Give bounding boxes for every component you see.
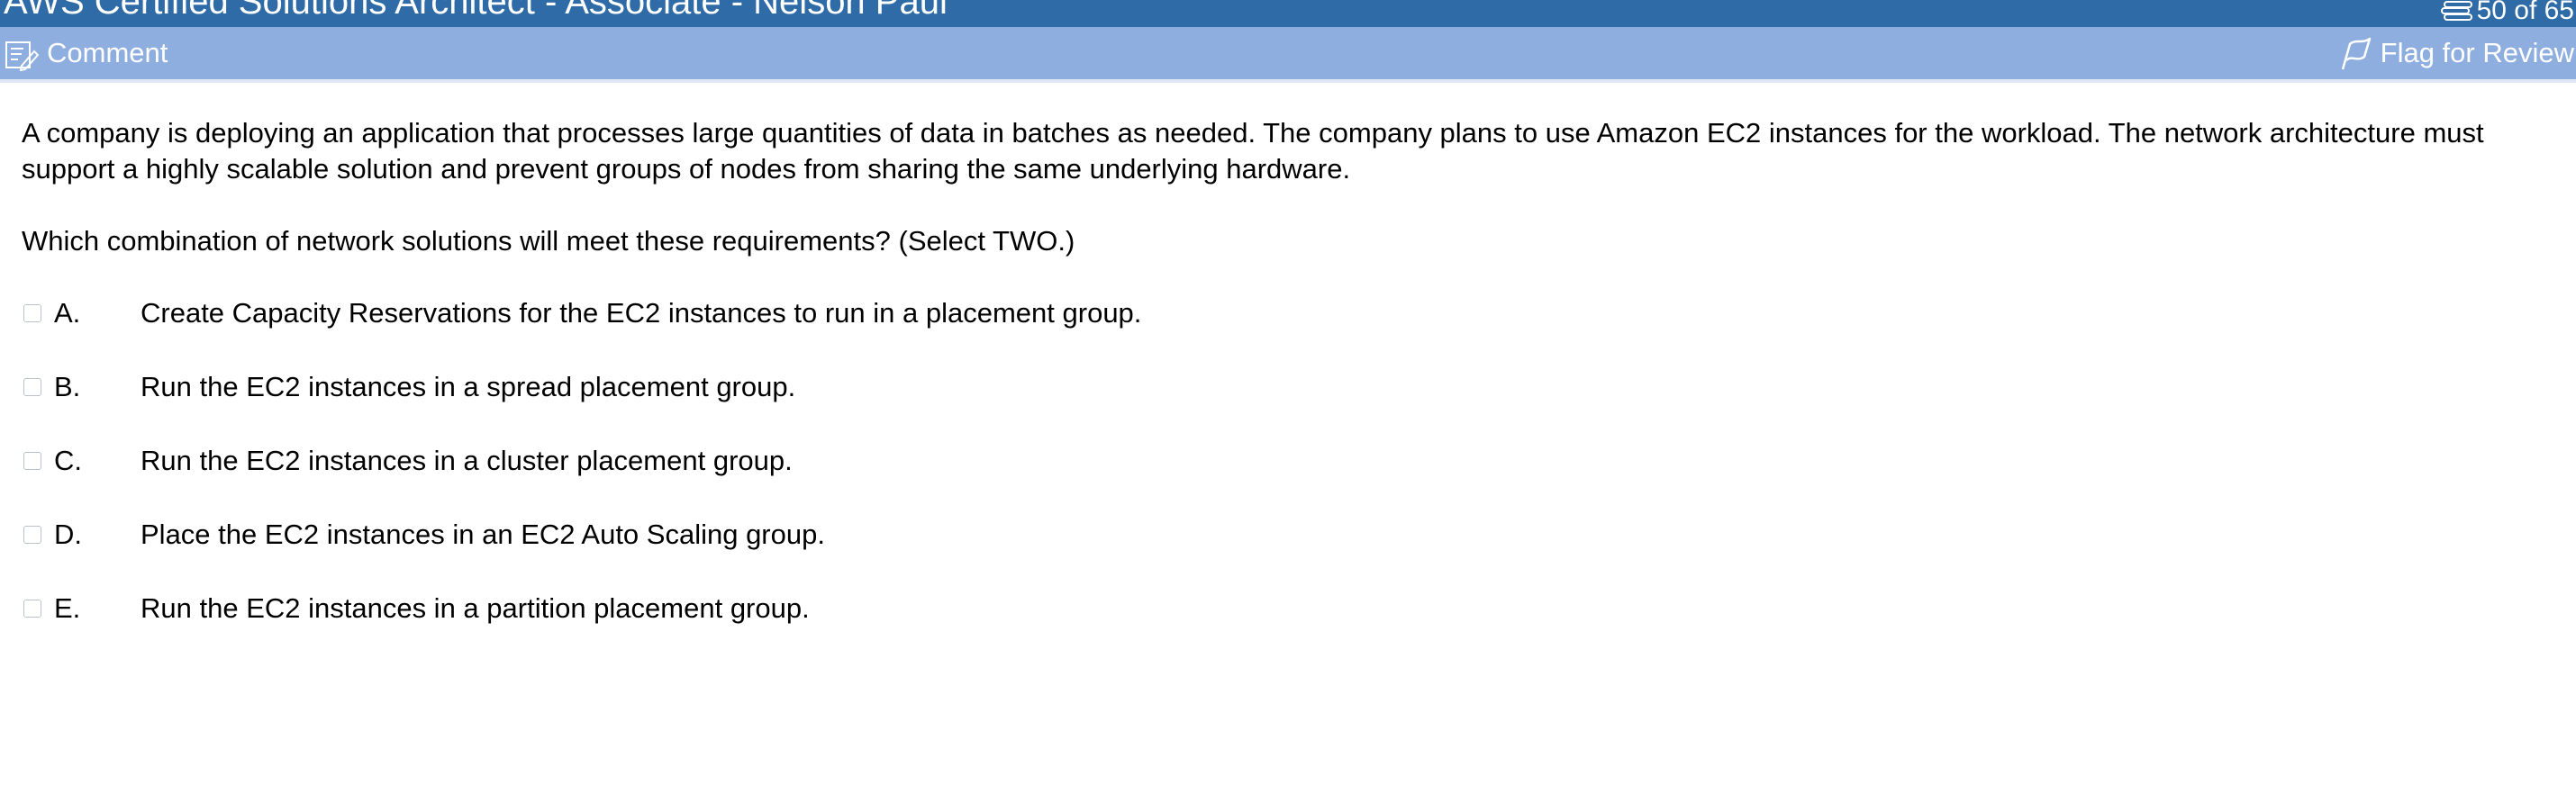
comment-edit-icon <box>4 35 40 72</box>
checkbox[interactable] <box>23 378 41 396</box>
answer-options: A. Create Capacity Reservations for the … <box>22 295 2544 627</box>
option-letter: C. <box>54 445 82 476</box>
option-text: Create Capacity Reservations for the EC2… <box>141 297 1142 329</box>
comment-button[interactable]: Comment <box>4 27 168 79</box>
checkbox[interactable] <box>23 452 41 470</box>
title-bar: AWS Certified Solutions Architect - Asso… <box>0 0 2576 27</box>
window-title: AWS Certified Solutions Architect - Asso… <box>4 0 948 22</box>
checkbox[interactable] <box>23 600 41 618</box>
question-panel: A company is deploying an application th… <box>22 115 2544 664</box>
toolbar: Comment Flag for Review <box>0 27 2576 83</box>
option-c[interactable]: C. Run the EC2 instances in a cluster pl… <box>22 443 2544 479</box>
option-letter: E. <box>54 592 81 624</box>
checkbox[interactable] <box>23 526 41 544</box>
flag-icon <box>2337 35 2373 71</box>
option-d[interactable]: D. Place the EC2 instances in an EC2 Aut… <box>22 517 2544 553</box>
option-a[interactable]: A. Create Capacity Reservations for the … <box>22 295 2544 331</box>
question-text: A company is deploying an application th… <box>22 117 2484 185</box>
question-prompt: Which combination of network solutions w… <box>22 225 1075 257</box>
flag-for-review-button[interactable]: Flag for Review <box>2337 27 2574 79</box>
option-letter: A. <box>54 297 81 329</box>
option-text: Place the EC2 instances in an EC2 Auto S… <box>141 519 825 550</box>
checkbox[interactable] <box>23 304 41 322</box>
option-letter: B. <box>54 371 81 402</box>
option-text: Run the EC2 instances in a cluster place… <box>141 445 793 476</box>
option-e[interactable]: E. Run the EC2 instances in a partition … <box>22 591 2544 627</box>
option-letter: D. <box>54 519 82 550</box>
question-counter: 50 of 65 <box>2439 0 2574 24</box>
option-text: Run the EC2 instances in a spread placem… <box>141 371 796 402</box>
comment-label: Comment <box>47 37 168 68</box>
option-b[interactable]: B. Run the EC2 instances in a spread pla… <box>22 369 2544 405</box>
flag-label: Flag for Review <box>2380 37 2574 68</box>
counter-text: 50 of 65 <box>2476 0 2574 25</box>
stack-icon <box>2439 0 2475 23</box>
option-text: Run the EC2 instances in a partition pla… <box>141 592 810 624</box>
